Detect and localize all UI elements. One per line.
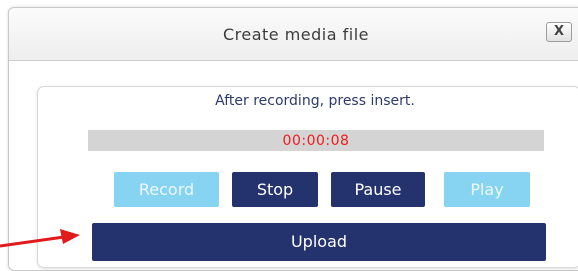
dialog-title: Create media file bbox=[222, 25, 370, 44]
timer-bar: 00:00:08 bbox=[88, 130, 544, 151]
dialog-titlebar: Create media file X bbox=[9, 8, 578, 61]
pause-button[interactable]: Pause bbox=[331, 172, 425, 207]
upload-button[interactable]: Upload bbox=[92, 223, 546, 261]
recording-instruction: After recording, press insert. bbox=[215, 93, 415, 109]
recording-timer: 00:00:08 bbox=[282, 133, 350, 149]
play-button[interactable]: Play bbox=[444, 172, 530, 207]
stop-button[interactable]: Stop bbox=[232, 172, 318, 207]
red-arrow-icon bbox=[0, 229, 80, 248]
record-button[interactable]: Record bbox=[114, 172, 219, 207]
close-button[interactable]: X bbox=[546, 22, 572, 42]
